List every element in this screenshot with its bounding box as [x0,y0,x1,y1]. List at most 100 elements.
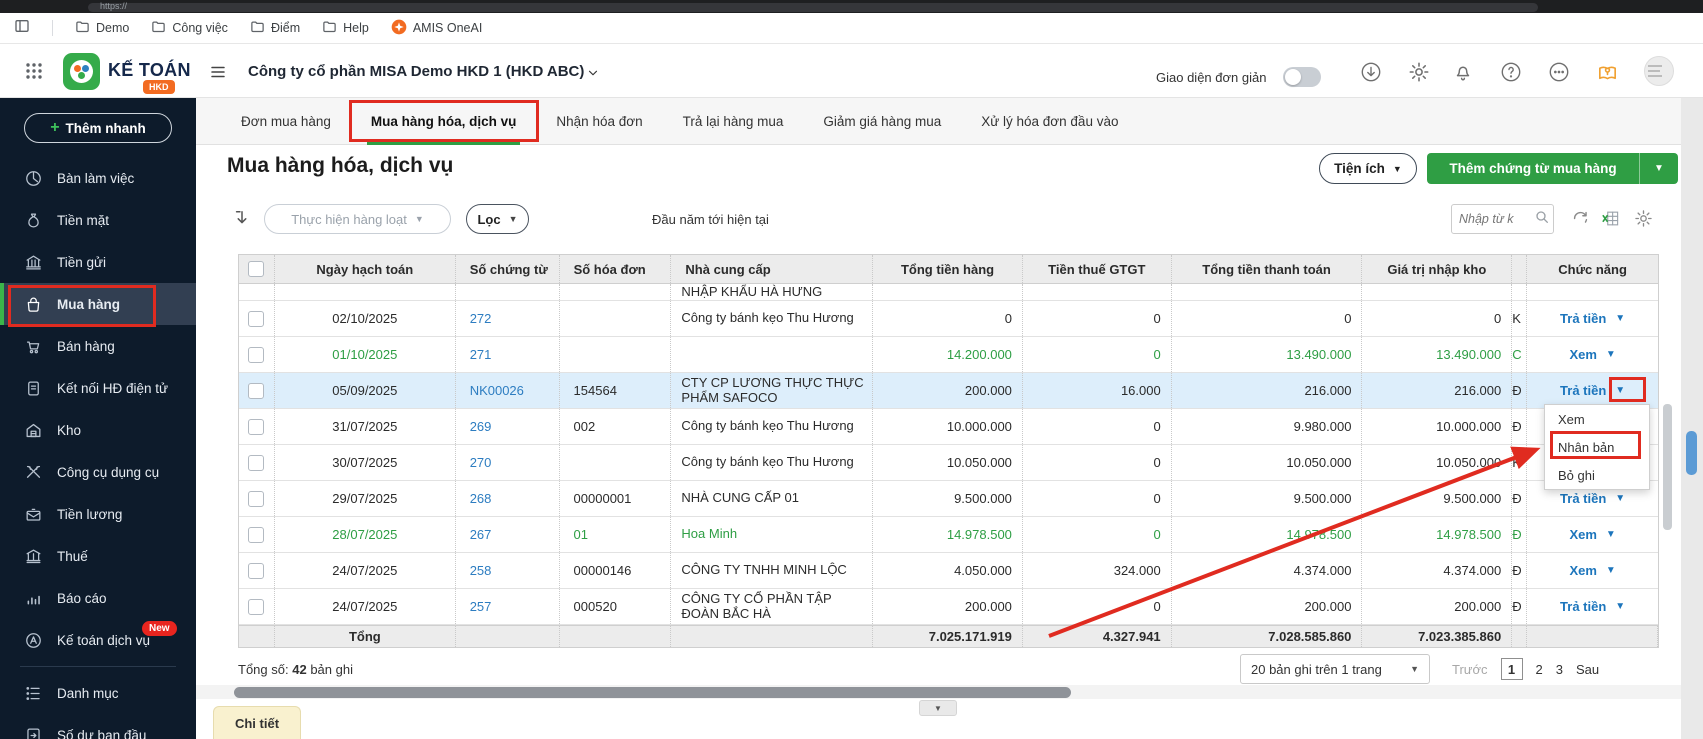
row-checkbox[interactable] [248,526,265,543]
row-checkbox[interactable] [248,310,265,327]
row-checkbox[interactable] [248,454,265,471]
row-action-dropdown-icon[interactable]: ▼ [1615,385,1625,396]
tab-mua-hang-hoa-dich-vu[interactable]: Mua hàng hóa, dịch vụ [366,98,520,145]
help-icon[interactable] [1500,61,1522,88]
menu-item-xem[interactable]: Xem [1545,405,1649,433]
row-checkbox[interactable] [248,562,265,579]
bulk-action-dropdown[interactable]: Thực hiện hàng loạt ▼ [264,204,451,234]
row-action-link[interactable]: Xem [1569,527,1596,542]
bookmark-cong-viec[interactable]: Công việc [151,19,228,37]
browser-scrollbar-thumb[interactable] [1686,431,1697,475]
doc-number-cell[interactable]: 258 [456,553,560,588]
sidebar-item-bao-cao[interactable]: Báo cáo [0,577,196,619]
page-size-select[interactable]: 20 bản ghi trên 1 trang ▼ [1240,654,1430,684]
column-header-ngay-hach-toan[interactable]: Ngày hạch toán [275,255,456,283]
sidebar-item-cong-cu-dung-cu[interactable]: Công cụ dụng cụ [0,451,196,493]
bell-icon[interactable] [1452,61,1474,88]
row-action-link[interactable]: Trả tiền [1560,491,1606,506]
sidebar-item-ban-lam-viec[interactable]: Bàn làm việc [0,157,196,199]
company-name[interactable]: Công ty cổ phần MISA Demo HKD 1 (HKD ABC… [248,63,584,80]
sidebar-item-ket-noi-hd-dien-tu[interactable]: Kết nối HĐ điện tử [0,367,196,409]
search-icon[interactable] [1534,209,1550,230]
doc-number-cell[interactable]: 272 [456,301,560,336]
sidebar-item-tien-gui[interactable]: Tiền gửi [0,241,196,283]
sidebar-item-ke-toan-dich-vu[interactable]: Kế toán dịch vụ New [0,619,196,661]
column-header-gia-tri-nhap-kho[interactable]: Giá trị nhập kho [1362,255,1513,283]
tab-xu-ly-hoa-don-dau-vao[interactable]: Xử lý hóa đơn đầu vào [981,98,1118,145]
menu-item-nhan-ban[interactable]: Nhân bản [1545,433,1649,461]
doc-number-value[interactable]: 257 [470,599,492,614]
sidebar-item-ban-hang[interactable]: Bán hàng [0,325,196,367]
table-row[interactable]: 02/10/2025 272 Công ty bánh kẹo Thu Hương 0… [239,301,1658,337]
row-action-dropdown-icon[interactable]: ▼ [1606,565,1616,576]
table-settings-gear-icon[interactable] [1634,209,1653,233]
row-action-dropdown-icon[interactable]: ▼ [1606,529,1616,540]
pagination-page-2[interactable]: 2 [1536,662,1543,677]
row-checkbox[interactable] [248,382,265,399]
doc-number-value[interactable]: 270 [470,455,492,470]
doc-number-cell[interactable]: 270 [456,445,560,480]
table-row[interactable]: 31/07/2025 269 002 Công ty bánh kẹo Thu Hươ… [239,409,1658,445]
doc-number-cell[interactable]: 269 [456,409,560,444]
sort-download-icon[interactable] [232,208,252,233]
detail-panel-tab[interactable]: Chi tiết [213,706,301,739]
column-header-tong-tien-hang[interactable]: Tổng tiền hàng [873,255,1023,283]
bookmark-demo[interactable]: Demo [75,19,129,37]
download-icon[interactable] [1360,61,1382,88]
row-action-dropdown-icon[interactable]: ▼ [1615,313,1625,324]
guide-book-icon[interactable] [1596,61,1619,89]
column-header-tong-tien-thanh-toan[interactable]: Tổng tiền thanh toán [1172,255,1363,283]
doc-number-value[interactable]: 271 [470,347,492,362]
row-action-link[interactable]: Trả tiền [1560,383,1606,398]
filter-dropdown[interactable]: Lọc ▼ [466,204,529,234]
doc-number-value[interactable]: 268 [470,491,492,506]
column-header-tien-thue-gtgt[interactable]: Tiền thuế GTGT [1023,255,1172,283]
bookmark-help[interactable]: Help [322,19,369,37]
sidebar-item-tien-luong[interactable]: Tiền lương [0,493,196,535]
doc-number-cell[interactable]: 257 [456,589,560,624]
pagination-page-1[interactable]: 1 [1500,658,1523,680]
table-row[interactable]: 24/07/2025 258 00000146 CÔNG TY TNHH MINH L… [239,553,1658,589]
doc-number-value[interactable]: 272 [470,311,492,326]
row-checkbox[interactable] [248,490,265,507]
quick-add-button[interactable]: + Thêm nhanh [24,113,172,143]
row-action-link[interactable]: Xem [1569,347,1596,362]
tab-giam-gia-hang-mua[interactable]: Giảm giá hàng mua [823,98,941,145]
export-excel-icon[interactable] [1601,209,1620,233]
pagination-next[interactable]: Sau [1576,662,1599,677]
gear-icon[interactable] [1408,61,1430,88]
row-checkbox[interactable] [248,418,265,435]
chevron-down-icon[interactable] [586,66,600,85]
sidebar-item-mua-hang[interactable]: Mua hàng [0,283,196,325]
doc-number-value[interactable]: 267 [470,527,492,542]
pagination-page-3[interactable]: 3 [1556,662,1563,677]
doc-number-cell[interactable]: 268 [456,481,560,516]
hamburger-menu-icon[interactable] [209,63,227,86]
table-row[interactable]: 01/10/2025 271 14.200.000 0 13.490.000 13.490… [239,337,1658,373]
row-action-dropdown-icon[interactable]: ▼ [1615,601,1625,612]
column-header-so-hoa-don[interactable]: Số hóa đơn [560,255,672,283]
search-input[interactable] [1459,212,1529,226]
row-action-dropdown-icon[interactable]: ▼ [1606,349,1616,360]
doc-number-cell[interactable]: 267 [456,517,560,552]
refresh-icon[interactable] [1571,209,1590,233]
tab-tra-lai-hang-mua[interactable]: Trả lại hàng mua [683,98,784,145]
row-checkbox[interactable] [248,598,265,615]
table-row-clipped[interactable]: NHẬP KHẨU HÀ HƯNG [239,284,1658,301]
doc-number-value[interactable]: NK00026 [470,383,524,398]
sidebar-item-tien-mat[interactable]: Tiền mặt [0,199,196,241]
avatar[interactable] [1644,56,1674,86]
row-checkbox[interactable] [248,346,265,363]
row-action-link[interactable]: Xem [1569,563,1596,578]
search-box[interactable] [1451,204,1554,234]
row-action-link[interactable]: Trả tiền [1560,599,1606,614]
doc-number-cell[interactable]: 271 [456,337,560,372]
doc-number-value[interactable]: 258 [470,563,492,578]
horizontal-scrollbar-thumb[interactable] [234,687,1071,698]
utilities-button[interactable]: Tiện ích ▼ [1319,153,1417,184]
more-options-icon[interactable] [1548,61,1570,88]
column-header-so-chung-tu[interactable]: Số chứng từ [456,255,560,283]
app-launcher-grid-icon[interactable] [25,62,43,85]
sidebar-item-danh-muc[interactable]: Danh mục [0,672,196,714]
table-scrollbar-thumb[interactable] [1663,404,1672,530]
